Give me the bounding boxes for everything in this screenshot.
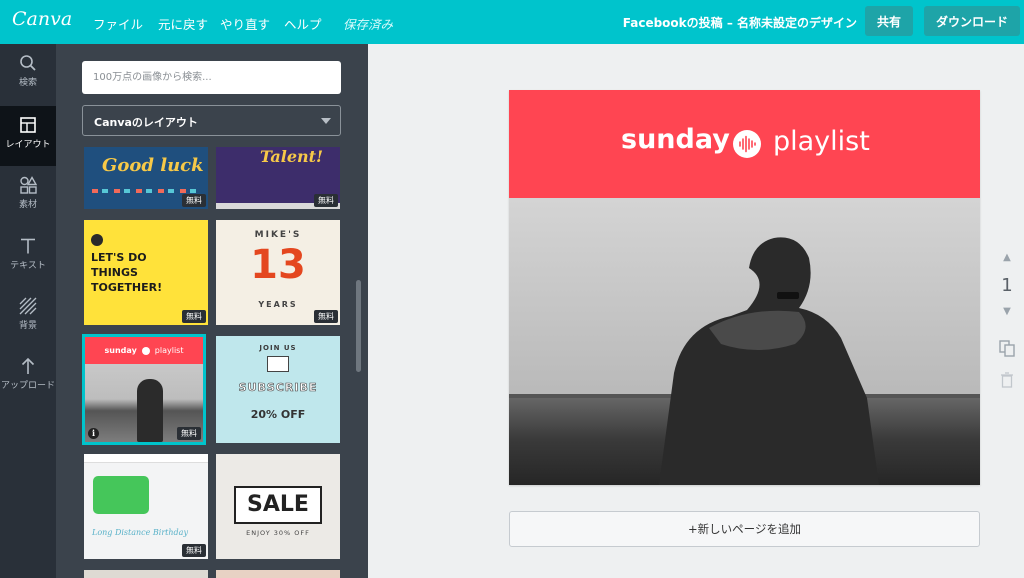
page-up-icon[interactable]: ▲ [996, 252, 1018, 263]
template-word: sunday [104, 346, 137, 355]
template-word: playlist [154, 346, 184, 355]
template-title: Good luck [102, 155, 204, 176]
template-title: MIKE'S [254, 230, 302, 240]
download-button[interactable]: ダウンロード [924, 6, 1020, 36]
confetti-decoration [92, 189, 202, 193]
free-badge: 無料 [182, 310, 206, 323]
share-button[interactable]: 共有 [865, 6, 913, 36]
rail-label: アップロード [0, 381, 55, 391]
envelope-icon [267, 356, 289, 372]
design-canvas[interactable]: sunday playlist [509, 90, 980, 485]
layout-category-select[interactable]: Canvaのレイアウト [82, 105, 341, 136]
template-talent[interactable]: Talent! 無料 [216, 147, 340, 209]
menu-file[interactable]: ファイル [93, 14, 143, 33]
logo-dot [91, 234, 103, 246]
copy-page-icon[interactable] [998, 339, 1016, 357]
thumb-header [84, 454, 208, 463]
rail-label: 検索 [18, 78, 37, 88]
design-banner[interactable]: sunday playlist [509, 90, 980, 198]
add-page-button[interactable]: +新しいページを追加 [509, 511, 980, 547]
search-input[interactable] [82, 61, 341, 94]
template-number: 13 [250, 242, 306, 288]
canva-logo[interactable]: Canva [12, 8, 72, 30]
panel-scrollbar[interactable] [356, 280, 361, 372]
banner-word-playlist[interactable]: playlist [773, 126, 870, 157]
template-long-distance[interactable]: Long Distance Birthday 無料 [84, 454, 208, 559]
template-title: SALE [234, 486, 322, 524]
delete-page-icon[interactable] [1000, 372, 1014, 388]
free-badge: 無料 [314, 310, 338, 323]
template-title: Talent! [260, 147, 324, 166]
chevron-down-icon [321, 118, 331, 124]
template-offer: 20% OFF [250, 408, 306, 421]
document-title[interactable]: Facebookの投稿 – 名称未設定のデザイン [623, 14, 857, 31]
text-icon [21, 238, 35, 254]
side-rail: 検索 レイアウト 素材 テキスト 背景 アップロード [0, 44, 56, 578]
free-badge: 無料 [182, 544, 206, 557]
menu-redo[interactable]: やり直す [220, 14, 270, 33]
template-subtitle: YEARS [258, 300, 298, 309]
rail-label: レイアウト [5, 140, 51, 150]
template-partial[interactable] [84, 570, 208, 578]
template-sunday-playlist-selected[interactable]: sunday playlist i 無料 [82, 334, 206, 445]
design-photo[interactable] [509, 198, 980, 485]
free-badge: 無料 [314, 194, 338, 207]
rail-label: 背景 [18, 321, 37, 331]
rail-item-background[interactable]: 背景 [0, 287, 56, 347]
template-lets-do[interactable]: LET'S DO THINGS TOGETHER! 無料 [84, 220, 208, 325]
layout-icon [20, 117, 36, 133]
audio-wave-icon [141, 346, 150, 355]
menu-help[interactable]: ヘルプ [284, 14, 322, 33]
rail-label: テキスト [10, 261, 46, 271]
top-bar: Canva ファイル 元に戻す やり直す ヘルプ 保存済み Facebookの投… [0, 0, 1024, 44]
rail-item-text[interactable]: テキスト [0, 227, 56, 287]
layout-panel: Canvaのレイアウト Good luck 無料 Talent! 無料 LET'… [56, 44, 368, 578]
page-number: 1 [1001, 275, 1013, 296]
saved-status: 保存済み [343, 17, 394, 32]
info-icon[interactable]: i [88, 428, 99, 439]
person-silhouette [137, 379, 163, 442]
rail-label: 素材 [18, 200, 37, 210]
template-subtitle: ENJOY 30% OFF [246, 529, 310, 537]
template-subscribe[interactable]: JOIN US SUBSCRIBE 20% OFF [216, 336, 340, 443]
template-sale[interactable]: SALE ENJOY 30% OFF [216, 454, 340, 559]
free-badge: 無料 [177, 427, 201, 440]
page-down-icon[interactable]: ▼ [996, 306, 1018, 317]
template-kicker: JOIN US [259, 344, 297, 352]
message-bubble [93, 476, 149, 514]
audio-wave-icon[interactable] [732, 129, 762, 159]
template-title: Long Distance Birthday [92, 528, 188, 537]
banner-word-sunday[interactable]: sunday [621, 124, 730, 155]
template-good-luck[interactable]: Good luck 無料 [84, 147, 208, 209]
select-value: Canvaのレイアウト [94, 116, 198, 129]
menu-undo[interactable]: 元に戻す [158, 14, 208, 33]
rail-item-upload[interactable]: アップロード [0, 347, 56, 407]
elements-icon [20, 176, 37, 194]
template-partial[interactable] [216, 570, 340, 578]
template-title: SUBSCRIBE [238, 381, 318, 395]
rail-item-layout[interactable]: レイアウト [0, 106, 56, 166]
background-icon [19, 297, 37, 315]
template-title: LET'S DO THINGS TOGETHER! [91, 251, 163, 294]
rail-item-search[interactable]: 検索 [0, 44, 56, 104]
upload-icon [21, 357, 35, 374]
template-mikes[interactable]: MIKE'S 13 YEARS 無料 [216, 220, 340, 325]
template-banner: sunday playlist [85, 337, 203, 364]
search-icon [20, 55, 36, 71]
rail-item-elements[interactable]: 素材 [0, 166, 56, 226]
free-badge: 無料 [182, 194, 206, 207]
